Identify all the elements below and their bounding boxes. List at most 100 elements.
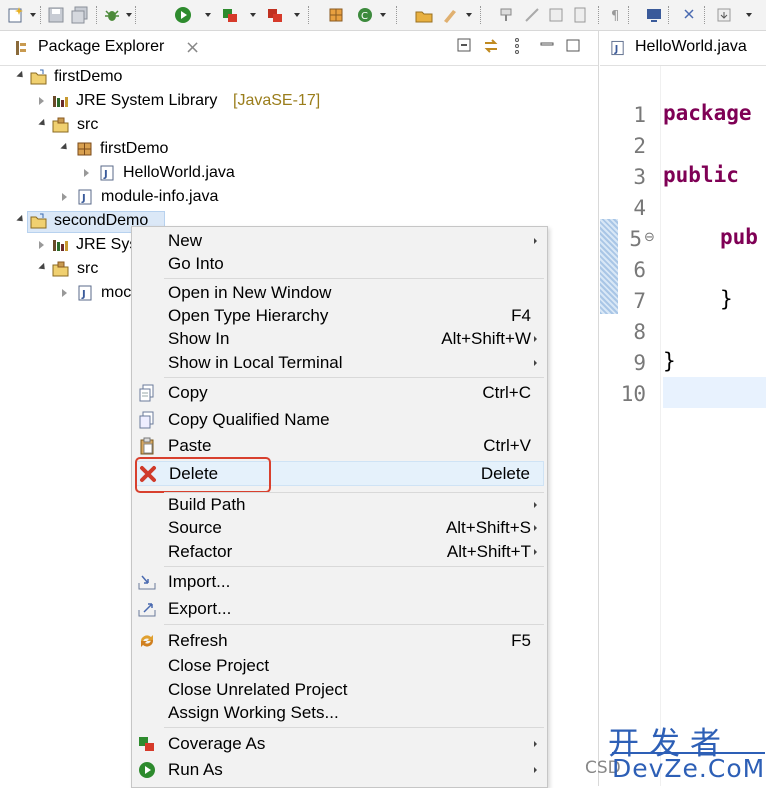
tree-item-module-info[interactable]: J module-info.java — [0, 186, 260, 208]
pilcrow-icon[interactable]: ¶ — [606, 5, 626, 25]
line-number-ruler: 1 2 3 4 5 ⊖ 6 7 8 9 10 — [600, 66, 661, 786]
coverage-icon[interactable] — [220, 5, 240, 25]
editor-tab-label: HelloWorld.java — [635, 38, 747, 55]
tree-item-src[interactable]: src — [0, 114, 200, 136]
expanded-twistie-icon[interactable] — [38, 118, 48, 129]
menu-item-refactor[interactable]: Refactor Alt+Shift+T — [132, 540, 547, 563]
tree-item-label: moc — [101, 284, 131, 301]
expanded-twistie-icon[interactable] — [38, 262, 48, 273]
menu-item-go-into[interactable]: Go Into — [132, 252, 547, 275]
line-number: 6 — [633, 258, 646, 282]
tree-item-src-2[interactable]: src — [0, 258, 131, 280]
source-folder-icon — [52, 261, 69, 277]
menu-item-close-unrelated-project[interactable]: Close Unrelated Project — [132, 678, 547, 701]
code-line-9[interactable]: } — [663, 349, 676, 373]
debug-icon[interactable] — [102, 5, 122, 25]
toggle-markers-icon[interactable] — [496, 5, 516, 25]
java-file-icon: J — [611, 40, 624, 56]
submenu-arrow-icon — [534, 336, 537, 342]
search-icon[interactable] — [440, 5, 460, 25]
collapsed-twistie-icon[interactable] — [39, 241, 44, 249]
collapsed-twistie-icon[interactable] — [62, 289, 67, 297]
toggle-link-icon[interactable] — [680, 5, 700, 25]
menu-item-label: Export... — [168, 599, 232, 618]
menu-shortcut: F4 — [511, 306, 531, 325]
refresh-icon — [140, 635, 154, 647]
menu-shortcut: Ctrl+C — [482, 383, 531, 402]
maximize-icon[interactable] — [566, 37, 580, 59]
prev-edit-icon[interactable] — [714, 5, 734, 25]
collapsed-twistie-icon[interactable] — [39, 97, 44, 105]
menu-item-paste[interactable]: Paste Ctrl+V — [132, 434, 547, 457]
collapse-all-icon[interactable] — [455, 37, 473, 59]
line-number: 1 — [633, 103, 646, 127]
minimize-icon[interactable] — [540, 37, 554, 59]
new-wizard-icon[interactable] — [6, 5, 26, 25]
link-with-editor-icon[interactable] — [482, 37, 500, 59]
menu-item-show-in-local-terminal[interactable]: Show in Local Terminal — [132, 351, 547, 374]
code-line-3[interactable]: public — [663, 163, 739, 187]
expanded-twistie-icon[interactable] — [60, 142, 70, 153]
view-menu-icon[interactable] — [513, 37, 521, 59]
tree-item-jre-library[interactable]: JRE System Library [JavaSE-17] — [0, 90, 340, 112]
tree-item-jre-library-2[interactable]: JRE Sys — [0, 234, 131, 256]
new-java-project-icon[interactable] — [326, 5, 346, 25]
menu-item-copy[interactable]: Copy Ctrl+C — [132, 381, 547, 404]
svg-text:C: C — [361, 11, 368, 22]
submenu-arrow-icon — [534, 502, 537, 508]
tree-item-module-info-2[interactable]: J moc — [0, 282, 131, 304]
menu-item-import[interactable]: Import... — [132, 570, 547, 593]
project-folder-icon — [30, 213, 47, 229]
close-view-icon[interactable]: × — [185, 37, 200, 58]
run-icon[interactable] — [173, 5, 193, 25]
show-whitespace-icon[interactable] — [522, 5, 542, 25]
current-line-highlight — [663, 377, 766, 408]
menu-item-refresh[interactable]: Refresh F5 — [132, 629, 547, 652]
tree-item-label: JRE Sys — [76, 236, 131, 253]
next-annotation-icon[interactable] — [644, 5, 664, 25]
tree-item-helloworld-java[interactable]: J HelloWorld.java — [0, 162, 270, 184]
tree-item-decoration: [JavaSE-17] — [233, 92, 321, 109]
svg-text:¶: ¶ — [611, 9, 619, 24]
collapsed-twistie-icon[interactable] — [62, 193, 67, 201]
new-class-icon[interactable]: C — [355, 5, 375, 25]
expanded-twistie-icon[interactable] — [16, 214, 26, 225]
expanded-twistie-icon[interactable] — [16, 70, 26, 81]
mark-occurrences-icon[interactable] — [570, 5, 590, 25]
editor-tab-helloworld[interactable]: J HelloWorld.java — [600, 31, 766, 66]
tree-item-firstdemo-project[interactable]: firstDemo — [0, 66, 200, 88]
menu-item-build-path[interactable]: Build Path — [132, 493, 547, 516]
menu-item-open-in-new-window[interactable]: Open in New Window — [132, 281, 547, 304]
menu-item-coverage-as[interactable]: Coverage As — [132, 732, 547, 755]
menu-item-open-type-hierarchy[interactable]: Open Type Hierarchy F4 — [132, 304, 547, 327]
menu-item-label: Paste — [168, 436, 212, 455]
menu-item-new[interactable]: New — [132, 229, 547, 252]
collapsed-twistie-icon[interactable] — [84, 169, 89, 177]
menu-item-export[interactable]: Export... — [132, 597, 547, 620]
menu-shortcut: Alt+Shift+W — [441, 329, 531, 348]
code-line-5[interactable]: pub — [720, 225, 758, 249]
delete-annotation-box — [135, 457, 271, 493]
menu-item-run-as[interactable]: Run As — [132, 758, 547, 781]
menu-shortcut: Alt+Shift+T — [446, 542, 531, 561]
menu-item-close-project[interactable]: Close Project — [132, 654, 547, 677]
tree-item-package-firstdemo[interactable]: firstDemo — [0, 138, 250, 160]
menu-shortcut: F5 — [511, 631, 531, 650]
code-line-7[interactable]: } — [720, 287, 733, 311]
open-type-icon[interactable] — [414, 5, 434, 25]
menu-item-label: Show in Local Terminal — [168, 353, 343, 372]
code-line-1[interactable]: package — [663, 101, 752, 125]
menu-item-copy-qualified-name[interactable]: Copy Qualified Name — [132, 408, 547, 431]
external-tools-icon[interactable] — [265, 5, 285, 25]
save-icon[interactable] — [46, 5, 66, 25]
menu-item-show-in[interactable]: Show In Alt+Shift+W — [132, 327, 547, 350]
save-all-icon[interactable] — [70, 5, 90, 25]
toggle-breadcrumb-icon[interactable] — [546, 5, 566, 25]
menu-item-assign-working-sets[interactable]: Assign Working Sets... — [132, 701, 547, 724]
view-title[interactable]: Package Explorer — [38, 38, 164, 56]
submenu-arrow-icon — [534, 549, 537, 555]
menu-item-label: Copy — [168, 383, 208, 402]
fold-collapse-icon[interactable]: ⊖ — [644, 230, 655, 245]
menu-item-label: Close Project — [168, 656, 270, 675]
menu-item-source[interactable]: Source Alt+Shift+S — [132, 516, 547, 539]
